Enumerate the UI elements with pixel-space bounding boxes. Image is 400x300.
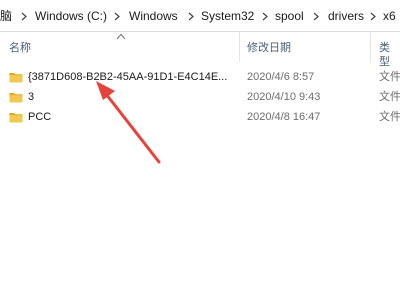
breadcrumb-item-this-pc[interactable]: 脑 [0,8,12,24]
column-divider[interactable] [239,32,240,62]
column-header-date[interactable]: 修改日期 [247,41,291,55]
column-header-name[interactable]: 名称 [9,41,31,55]
breadcrumb-item-system32[interactable]: System32 [201,8,254,24]
file-type: 文件 [379,71,400,83]
list-item[interactable]: {3871D608-B2B2-45AA-91D1-E4C14E... 2020/… [0,67,400,89]
file-name: 3 [28,91,35,103]
chevron-right-icon[interactable] [368,8,378,24]
chevron-right-icon[interactable] [260,8,270,24]
chevron-right-icon[interactable] [19,8,29,24]
chevron-right-icon[interactable] [186,8,196,24]
folder-icon [9,93,23,103]
list-item[interactable]: 3 2020/4/10 9:43 文件 [0,87,400,109]
file-type: 文件 [379,91,400,103]
file-date: 2020/4/6 8:57 [247,71,315,83]
folder-icon [9,73,23,83]
breadcrumb-item-x6[interactable]: x6 [383,8,396,24]
column-header-type[interactable]: 类型 [379,41,400,69]
column-header-row: 名称 修改日期 类型 [0,32,400,68]
chevron-right-icon[interactable] [311,8,321,24]
file-name: PCC [28,111,52,123]
folder-icon [9,113,23,123]
address-bar[interactable]: 脑 Windows (C:) Windows System32 spool dr… [0,0,400,32]
breadcrumb-item-windows[interactable]: Windows [129,8,178,24]
list-item[interactable]: PCC 2020/4/8 16:47 文件 [0,107,400,129]
column-divider[interactable] [370,32,371,62]
file-type: 文件 [379,111,400,123]
breadcrumb-item-spool[interactable]: spool [275,8,304,24]
chevron-right-icon[interactable] [112,8,122,24]
file-name: {3871D608-B2B2-45AA-91D1-E4C14E... [28,71,228,83]
breadcrumb-item-drivers[interactable]: drivers [328,8,364,24]
sort-up-icon [116,33,126,40]
breadcrumb-item-drive-c[interactable]: Windows (C:) [35,8,107,24]
file-date: 2020/4/10 9:43 [247,91,321,103]
file-date: 2020/4/8 16:47 [247,111,321,123]
